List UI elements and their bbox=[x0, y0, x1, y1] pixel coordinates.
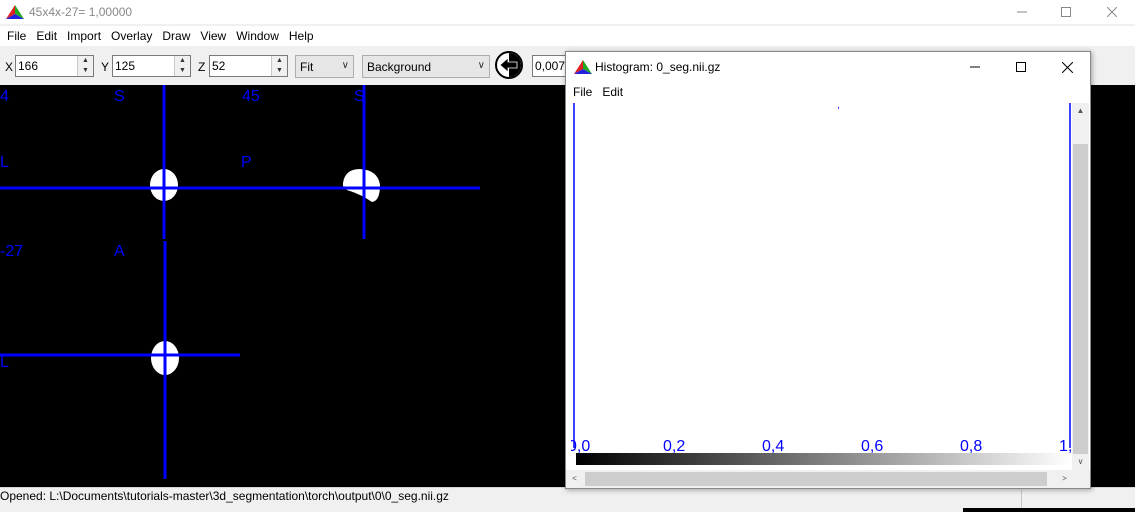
histogram-vertical-scrollbar[interactable]: ▲ ∨ bbox=[1072, 103, 1089, 470]
x-label: X bbox=[5, 60, 14, 74]
z-stepper-arrows[interactable]: ▲ ▼ bbox=[271, 56, 287, 76]
taskbar-edge bbox=[963, 508, 1135, 512]
coronal-top-orientation-label: S bbox=[114, 88, 125, 105]
histogram-menu-edit[interactable]: Edit bbox=[597, 82, 628, 102]
close-icon bbox=[1061, 61, 1073, 73]
stepper-down-icon[interactable]: ▼ bbox=[175, 66, 190, 76]
chevron-down-icon: ∨ bbox=[341, 60, 349, 71]
minimize-button[interactable] bbox=[999, 0, 1045, 24]
maximize-button[interactable] bbox=[1043, 0, 1089, 24]
histogram-minimize-button[interactable] bbox=[952, 52, 998, 82]
tick-label-0: 0,0 bbox=[571, 438, 590, 455]
histogram-titlebar: Histogram: 0_seg.nii.gz bbox=[566, 52, 1090, 82]
menu-edit[interactable]: Edit bbox=[31, 26, 62, 46]
scroll-down-icon[interactable]: ∨ bbox=[1072, 454, 1089, 470]
axial-left-orientation-label: L bbox=[0, 354, 9, 371]
sagittal-left-orientation-label: P bbox=[241, 154, 252, 171]
horizontal-scroll-thumb[interactable] bbox=[585, 472, 1047, 486]
window-title: 45x4x-27= 1,00000 bbox=[29, 5, 133, 19]
tick-label-2: 0,4 bbox=[762, 438, 784, 455]
app-root: 45x4x-27= 1,00000 File Edit Import Overl… bbox=[0, 0, 1135, 512]
close-icon bbox=[1107, 7, 1117, 17]
histogram-maximize-button[interactable] bbox=[998, 52, 1044, 82]
menu-file[interactable]: File bbox=[2, 26, 31, 46]
scroll-right-icon[interactable]: > bbox=[1056, 470, 1073, 488]
histogram-plot: , 0,0 0,2 0,4 0,6 0,8 1, bbox=[568, 100, 1072, 470]
minimize-icon bbox=[970, 66, 980, 68]
histogram-close-button[interactable] bbox=[1044, 52, 1090, 82]
menu-import[interactable]: Import bbox=[62, 26, 106, 46]
menu-overlay[interactable]: Overlay bbox=[106, 26, 157, 46]
sagittal-slice-label: 45 bbox=[242, 88, 260, 105]
status-text: Opened: L:\Documents\tutorials-master\3d… bbox=[0, 489, 449, 503]
status-bar: Opened: L:\Documents\tutorials-master\3d… bbox=[0, 487, 1135, 512]
grayscale-colorbar bbox=[576, 453, 1071, 465]
z-label: Z bbox=[198, 60, 206, 74]
layer-value: Background bbox=[367, 60, 432, 74]
histogram-chart: , 0,0 0,2 0,4 0,6 0,8 1, bbox=[568, 100, 1072, 465]
chevron-down-icon: ∨ bbox=[477, 60, 485, 71]
maximize-icon bbox=[1016, 62, 1026, 72]
zoom-select[interactable]: Fit ∨ bbox=[295, 55, 354, 78]
tick-label-4: 0,8 bbox=[960, 438, 982, 455]
vertical-scroll-thumb[interactable] bbox=[1073, 144, 1088, 454]
slice-views: 4 S 45 S L P -27 A L bbox=[0, 85, 480, 479]
tick-label-3: 0,6 bbox=[861, 438, 883, 455]
zoom-value: Fit bbox=[300, 60, 314, 74]
z-value: 52 bbox=[212, 59, 226, 73]
close-button[interactable] bbox=[1089, 0, 1135, 24]
main-titlebar: 45x4x-27= 1,00000 bbox=[0, 0, 1135, 24]
sagittal-segmentation-blob bbox=[342, 169, 380, 202]
histogram-menu-file[interactable]: File bbox=[568, 82, 597, 102]
menu-draw[interactable]: Draw bbox=[157, 26, 195, 46]
z-coordinate-stepper[interactable]: 52 ▲ ▼ bbox=[209, 55, 288, 77]
layer-select[interactable]: Background ∨ bbox=[362, 55, 490, 78]
y-label: Y bbox=[101, 60, 110, 74]
coronal-slice-label: 4 bbox=[0, 88, 9, 105]
tick-label-1: 0,2 bbox=[663, 438, 685, 455]
y-value: 125 bbox=[115, 59, 136, 73]
histogram-menubar: File Edit bbox=[566, 82, 1090, 102]
histogram-window: Histogram: 0_seg.nii.gz File Edit , 0,0 … bbox=[565, 51, 1091, 489]
y-coordinate-stepper[interactable]: 125 ▲ ▼ bbox=[112, 55, 191, 77]
menu-window[interactable]: Window bbox=[231, 26, 284, 46]
x-value: 166 bbox=[18, 59, 39, 73]
stepper-up-icon[interactable]: ▲ bbox=[175, 56, 190, 66]
histogram-top-mark: , bbox=[837, 103, 840, 111]
tick-label-5: 1, bbox=[1059, 438, 1071, 455]
stepper-up-icon[interactable]: ▲ bbox=[78, 56, 93, 66]
axial-slice-label: -27 bbox=[0, 243, 23, 260]
histogram-title: Histogram: 0_seg.nii.gz bbox=[595, 60, 721, 74]
scroll-up-icon[interactable]: ▲ bbox=[1072, 103, 1089, 119]
coronal-left-orientation-label: L bbox=[0, 154, 9, 171]
stepper-down-icon[interactable]: ▼ bbox=[78, 66, 93, 76]
app-logo-icon bbox=[6, 5, 24, 19]
status-separator bbox=[1021, 490, 1022, 508]
x-stepper-arrows[interactable]: ▲ ▼ bbox=[77, 56, 93, 76]
app-logo-icon bbox=[574, 60, 592, 74]
colorscheme-toggle-button[interactable] bbox=[495, 51, 523, 79]
y-stepper-arrows[interactable]: ▲ ▼ bbox=[174, 56, 190, 76]
menu-help[interactable]: Help bbox=[284, 26, 319, 46]
axial-top-orientation-label: A bbox=[114, 243, 125, 260]
stepper-down-icon[interactable]: ▼ bbox=[272, 66, 287, 76]
arrow-left-icon bbox=[500, 58, 518, 72]
stepper-up-icon[interactable]: ▲ bbox=[272, 56, 287, 66]
x-coordinate-stepper[interactable]: 166 ▲ ▼ bbox=[15, 55, 94, 77]
menu-view[interactable]: View bbox=[195, 26, 231, 46]
maximize-icon bbox=[1061, 7, 1071, 17]
histogram-horizontal-scrollbar[interactable]: < > bbox=[566, 470, 1090, 488]
minimize-icon bbox=[1017, 11, 1027, 13]
scroll-left-icon[interactable]: < bbox=[566, 470, 583, 488]
main-menubar: File Edit Import Overlay Draw View Windo… bbox=[0, 26, 1135, 46]
